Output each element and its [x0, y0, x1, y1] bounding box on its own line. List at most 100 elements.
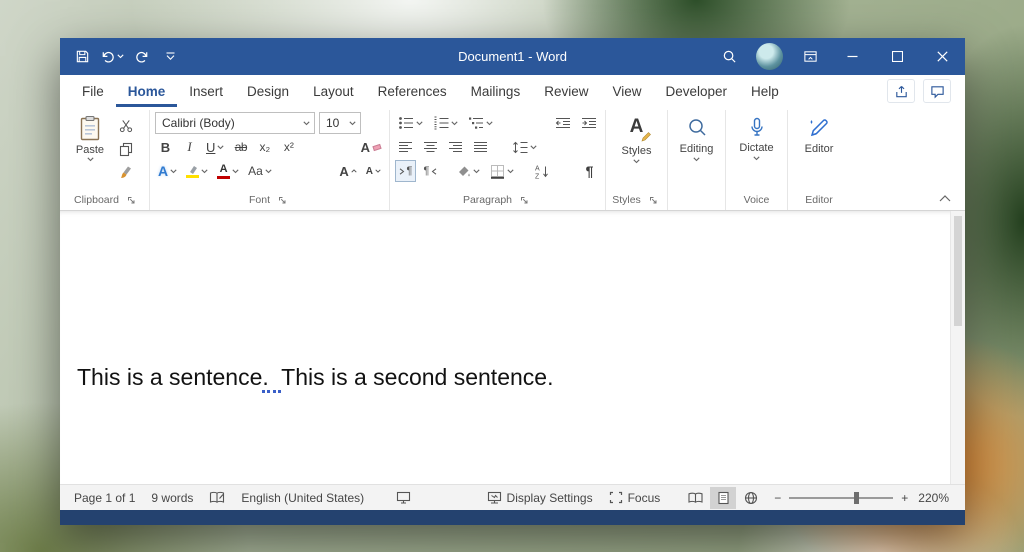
italic-button[interactable]: I: [179, 136, 200, 158]
paste-button[interactable]: Paste: [69, 112, 111, 181]
read-mode-button[interactable]: [682, 487, 708, 509]
tab-insert[interactable]: Insert: [177, 75, 235, 107]
align-left-button[interactable]: [395, 136, 416, 158]
styles-dialog-launcher[interactable]: [646, 194, 661, 206]
grow-font-button[interactable]: A: [336, 160, 359, 182]
svg-text:A: A: [535, 165, 540, 172]
chevron-down-icon: [201, 169, 208, 174]
editing-button[interactable]: Editing: [673, 112, 720, 162]
rtl-direction-button[interactable]: ¶: [420, 160, 441, 182]
increase-indent-button[interactable]: [578, 112, 600, 134]
microphone-icon: [749, 117, 765, 138]
share-icon: [894, 84, 909, 99]
tab-mailings[interactable]: Mailings: [459, 75, 533, 107]
redo-button[interactable]: [128, 42, 156, 72]
zoom-thumb[interactable]: [854, 492, 859, 504]
highlight-button[interactable]: [183, 160, 211, 182]
shrink-font-button[interactable]: A: [363, 160, 384, 182]
line-spacing-button[interactable]: [509, 136, 540, 158]
word-count[interactable]: 9 words: [143, 485, 201, 510]
print-layout-button[interactable]: [710, 487, 736, 509]
format-painter-button[interactable]: [115, 163, 136, 181]
clipboard-group: Paste Clipboard: [64, 110, 150, 210]
clear-formatting-button[interactable]: A: [358, 136, 384, 158]
copy-button[interactable]: [115, 140, 136, 158]
cut-icon: [119, 119, 133, 133]
zoom-in-button[interactable]: +: [897, 485, 912, 510]
tab-help[interactable]: Help: [739, 75, 791, 107]
page-indicator[interactable]: Page 1 of 1: [66, 485, 143, 510]
undo-button[interactable]: [96, 42, 128, 72]
document-canvas[interactable]: This is a sentence. This is a second sen…: [60, 211, 965, 484]
svg-text:Z: Z: [535, 173, 540, 179]
decrease-indent-button[interactable]: [552, 112, 574, 134]
cut-button[interactable]: [115, 117, 136, 135]
bold-button[interactable]: B: [155, 136, 176, 158]
customize-qat-button[interactable]: [156, 42, 184, 72]
show-hide-marks-button[interactable]: ¶: [579, 160, 600, 182]
grammar-marked-text[interactable]: .: [262, 364, 281, 393]
comments-button[interactable]: [923, 79, 951, 103]
tab-developer[interactable]: Developer: [654, 75, 740, 107]
macro-record-button[interactable]: [388, 485, 419, 510]
font-size-combo[interactable]: 10: [319, 112, 361, 134]
sort-button[interactable]: AZ: [531, 160, 553, 182]
text-effects-button[interactable]: A: [155, 160, 180, 182]
tab-review[interactable]: Review: [532, 75, 600, 107]
align-right-button[interactable]: [445, 136, 466, 158]
proofing-status-button[interactable]: [201, 485, 233, 510]
focus-mode-button[interactable]: Focus: [601, 485, 669, 510]
chevron-down-icon: [349, 121, 356, 126]
tab-layout[interactable]: Layout: [301, 75, 366, 107]
pilcrow-glyph: ¶: [424, 166, 430, 177]
web-layout-button[interactable]: [738, 487, 764, 509]
tab-view[interactable]: View: [600, 75, 653, 107]
highlight-icon: [186, 164, 199, 178]
scrollbar-thumb[interactable]: [954, 216, 962, 326]
subscript-button[interactable]: x₂: [254, 136, 275, 158]
language-indicator[interactable]: English (United States): [233, 485, 372, 510]
share-button[interactable]: [887, 79, 915, 103]
minimize-button[interactable]: [830, 38, 875, 75]
zoom-slider[interactable]: [789, 488, 893, 508]
vertical-scrollbar[interactable]: [950, 211, 965, 484]
editor-button[interactable]: Editor: [793, 112, 845, 155]
multilevel-list-button[interactable]: [465, 112, 496, 134]
underline-button[interactable]: U: [203, 136, 227, 158]
align-center-button[interactable]: [420, 136, 441, 158]
document-text[interactable]: This is a sentence. This is a second sen…: [77, 364, 553, 391]
strikethrough-button[interactable]: ab: [230, 136, 251, 158]
tab-home[interactable]: Home: [116, 75, 178, 107]
account-avatar[interactable]: [756, 43, 783, 70]
bullets-button[interactable]: [395, 112, 426, 134]
align-left-icon: [398, 141, 413, 154]
save-button[interactable]: [68, 42, 96, 72]
collapse-ribbon-button[interactable]: [935, 191, 955, 205]
tab-file[interactable]: File: [70, 75, 116, 107]
paragraph-dialog-launcher[interactable]: [517, 194, 532, 206]
editor-pencil-icon: [808, 117, 830, 139]
maximize-button[interactable]: [875, 38, 920, 75]
styles-button[interactable]: A Styles: [611, 112, 662, 164]
ltr-direction-button[interactable]: ¶: [395, 160, 416, 182]
justify-button[interactable]: [470, 136, 491, 158]
change-case-button[interactable]: Aa: [245, 160, 275, 182]
tab-references[interactable]: References: [366, 75, 459, 107]
superscript-button[interactable]: x²: [278, 136, 299, 158]
ribbon-display-options-button[interactable]: [790, 38, 830, 75]
tab-design[interactable]: Design: [235, 75, 301, 107]
font-name-combo[interactable]: Calibri (Body): [155, 112, 315, 134]
zoom-out-button[interactable]: −: [764, 485, 785, 510]
decrease-indent-icon: [555, 117, 571, 130]
borders-button[interactable]: [487, 160, 517, 182]
search-button[interactable]: [709, 38, 749, 75]
dictate-button[interactable]: Dictate: [731, 112, 782, 161]
shading-button[interactable]: [453, 160, 483, 182]
zoom-level-button[interactable]: 220%: [912, 485, 959, 510]
numbering-button[interactable]: [430, 112, 461, 134]
display-settings-button[interactable]: Display Settings: [479, 485, 601, 510]
font-color-button[interactable]: A: [214, 160, 242, 182]
close-button[interactable]: [920, 38, 965, 75]
font-dialog-launcher[interactable]: [275, 194, 290, 206]
clipboard-dialog-launcher[interactable]: [124, 194, 139, 206]
